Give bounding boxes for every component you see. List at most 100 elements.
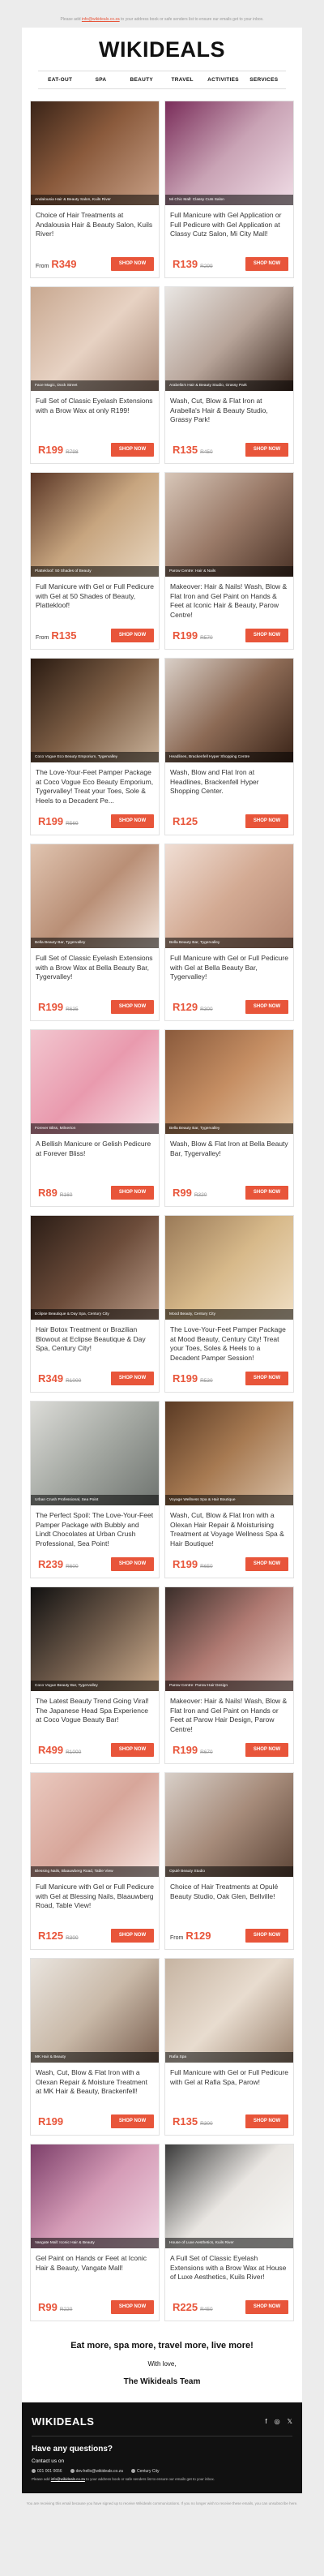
deal-photo[interactable]: Forever Bliss, Milnerton (31, 1030, 159, 1134)
deal-title[interactable]: Makeover: Hair & Nails! Wash, Blow & Fla… (165, 577, 293, 624)
deal-title[interactable]: Gel Paint on Hands or Feet at Iconic Hai… (31, 2248, 159, 2295)
deal-title[interactable]: Full Set of Classic Eyelash Extensions w… (31, 948, 159, 995)
deal-title[interactable]: Full Manicure with Gel or Full Pedicure … (31, 577, 159, 624)
deal-photo[interactable]: Mood Beauty, Century City (165, 1216, 293, 1320)
deal-photo[interactable]: Bella Beauty Bar, Tygervalley (165, 844, 293, 948)
deal-photo[interactable]: MK Hair & Beauty (31, 1959, 159, 2063)
deal-photo[interactable]: Plattekloof: 50 Shades of Beauty (31, 473, 159, 577)
deal-title[interactable]: Wash, Blow & Flat Iron at Bella Beauty B… (165, 1134, 293, 1181)
shop-now-button[interactable]: SHOP NOW (245, 257, 288, 271)
deal-photo[interactable]: Parow Centre: Parow Hair Design (165, 1587, 293, 1691)
deal-title[interactable]: Wash, Cut, Blow & Flat Iron at Arabella'… (165, 391, 293, 438)
deal-title[interactable]: The Love-Your-Feet Pamper Package at Moo… (165, 1320, 293, 1367)
deal-title[interactable]: Choice of Hair Treatments at Opulé Beaut… (165, 1877, 293, 1924)
nav-item-spa[interactable]: SPA (80, 77, 121, 83)
deal-photo[interactable]: Blessing Nails, Blaauwberg Road, Table V… (31, 1773, 159, 1877)
deal-title[interactable]: Full Manicure with Gel or Full Pedicure … (165, 948, 293, 995)
deal-title[interactable]: Wash, Cut, Blow & Flat Iron with a Olexa… (165, 1505, 293, 1552)
deal-card[interactable]: Forever Bliss, Milnerton A Bellish Manicu… (30, 1029, 160, 1207)
deal-photo[interactable]: Coco Vogue Eco Beauty Emporium, Tygerval… (31, 659, 159, 762)
deal-title[interactable]: Wash, Cut, Blow & Flat Iron with a Olexa… (31, 2063, 159, 2110)
deal-card[interactable]: Blessing Nails, Blaauwberg Road, Table V… (30, 1772, 160, 1950)
deal-card[interactable]: MK Hair & Beauty Wash, Cut, Blow & Flat I… (30, 1958, 160, 2136)
shop-now-button[interactable]: SHOP NOW (111, 1929, 154, 1943)
deal-photo[interactable]: Rafia Spa (165, 1959, 293, 2063)
deal-card[interactable]: Coco Vogue Eco Beauty Emporium, Tygerval… (30, 658, 160, 835)
footer-brand-logo[interactable]: WIKIDEALS (32, 2415, 94, 2428)
deal-title[interactable]: The Latest Beauty Trend Going Viral! The… (31, 1691, 159, 1738)
deal-photo[interactable]: Urban Crush Professional, Sea Point (31, 1402, 159, 1505)
deal-title[interactable]: Full Manicure with Gel or Full Pedicure … (31, 1877, 159, 1924)
deal-photo[interactable]: Voyage Wellness Spa & Hair Boutique (165, 1402, 293, 1505)
deal-card[interactable]: Voyage Wellness Spa & Hair Boutique Wash,… (164, 1401, 294, 1578)
twitter-icon[interactable]: 𝕏 (288, 2418, 292, 2425)
deal-card[interactable]: Bella Beauty Bar, Tygervalley Wash, Blow … (164, 1029, 294, 1207)
deal-card[interactable]: Face Magic, Dock Street Full Set of Class… (30, 286, 160, 464)
facebook-icon[interactable]: f (265, 2418, 266, 2425)
deal-card[interactable]: Urban Crush Professional, Sea Point The P… (30, 1401, 160, 1578)
deal-title[interactable]: The Love-Your-Feet Pamper Package at Coc… (31, 762, 159, 809)
deal-card[interactable]: Plattekloof: 50 Shades of Beauty Full Man… (30, 472, 160, 650)
deal-photo[interactable]: Face Magic, Dock Street (31, 287, 159, 391)
deal-title[interactable]: Hair Botox Treatment or Brazilian Blowou… (31, 1320, 159, 1367)
shop-now-button[interactable]: SHOP NOW (111, 257, 154, 271)
shop-now-button[interactable]: SHOP NOW (245, 1000, 288, 1014)
nav-item-activities[interactable]: ACTIVITIES (202, 77, 243, 83)
deal-card[interactable]: Mi Chic Mall: Classy Cuts Salon Full Mani… (164, 101, 294, 278)
shop-now-button[interactable]: SHOP NOW (245, 2114, 288, 2128)
shop-now-button[interactable]: SHOP NOW (245, 1743, 288, 1757)
shop-now-button[interactable]: SHOP NOW (245, 1557, 288, 1571)
shop-now-button[interactable]: SHOP NOW (245, 2300, 288, 2314)
nav-item-beauty[interactable]: BEAUTY (122, 77, 162, 83)
top-note-email-link[interactable]: info@wikideals.co.za (82, 17, 120, 22)
deal-card[interactable]: Parow Centre: Parow Hair Design Makeover:… (164, 1586, 294, 1764)
deal-photo[interactable]: Eclipse Beautique & Day Spa, Century Cit… (31, 1216, 159, 1320)
shop-now-button[interactable]: SHOP NOW (111, 2114, 154, 2128)
deal-photo[interactable]: Opulé Beauty Studio (165, 1773, 293, 1877)
deal-title[interactable]: The Perfect Spoil: The Love-Your-Feet Pa… (31, 1505, 159, 1552)
footer-phone[interactable]: 021 001 0656 (32, 2469, 62, 2474)
deal-card[interactable]: House of Luxe Aesthetics, Kuils River A F… (164, 2144, 294, 2321)
shop-now-button[interactable]: SHOP NOW (111, 814, 154, 828)
shop-now-button[interactable]: SHOP NOW (245, 1929, 288, 1943)
deal-card[interactable]: Eclipse Beautique & Day Spa, Century Cit… (30, 1215, 160, 1393)
deal-card[interactable]: Bella Beauty Bar, Tygervalley Full Manicu… (164, 844, 294, 1021)
deal-card[interactable]: Coco Vogue Beauty Bar, Tygervalley The La… (30, 1586, 160, 1764)
deal-card[interactable]: Mood Beauty, Century City The Love-Your-F… (164, 1215, 294, 1393)
deal-photo[interactable]: Andalousia Hair & Beauty Salon, Kuils Ri… (31, 101, 159, 205)
deal-card[interactable]: Headlines, Brackenfell Hyper Shopping Ce… (164, 658, 294, 835)
shop-now-button[interactable]: SHOP NOW (245, 1186, 288, 1200)
deal-title[interactable]: Full Manicure with Gel or Full Pedicure … (165, 2063, 293, 2110)
deal-photo[interactable]: Vangate Mall: Iconic Hair & Beauty (31, 2145, 159, 2248)
deal-title[interactable]: Makeover: Hair & Nails! Wash, Blow & Fla… (165, 1691, 293, 1738)
shop-now-button[interactable]: SHOP NOW (245, 629, 288, 642)
deal-card[interactable]: Andalousia Hair & Beauty Salon, Kuils Ri… (30, 101, 160, 278)
deal-photo[interactable]: Bella Beauty Bar, Tygervalley (31, 844, 159, 948)
deal-title[interactable]: Wash, Blow and Flat Iron at Headlines, B… (165, 762, 293, 809)
nav-item-eat-out[interactable]: EAT-OUT (40, 77, 80, 83)
shop-now-button[interactable]: SHOP NOW (111, 1743, 154, 1757)
deal-card[interactable]: Parow Centre: Hair & Nails Makeover: Hair… (164, 472, 294, 650)
shop-now-button[interactable]: SHOP NOW (245, 814, 288, 828)
shop-now-button[interactable]: SHOP NOW (111, 443, 154, 457)
deal-photo[interactable]: Mi Chic Mall: Classy Cuts Salon (165, 101, 293, 205)
deal-card[interactable]: Bella Beauty Bar, Tygervalley Full Set of… (30, 844, 160, 1021)
deal-card[interactable]: Rafia Spa Full Manicure with Gel or Full … (164, 1958, 294, 2136)
nav-item-travel[interactable]: TRAVEL (162, 77, 202, 83)
deal-photo[interactable]: Headlines, Brackenfell Hyper Shopping Ce… (165, 659, 293, 762)
nav-item-services[interactable]: SERVICES (244, 77, 284, 83)
deal-card[interactable]: Vangate Mall: Iconic Hair & Beauty Gel Pa… (30, 2144, 160, 2321)
deal-title[interactable]: A Bellish Manicure or Gelish Pedicure at… (31, 1134, 159, 1181)
brand-logo[interactable]: WIKIDEALS (32, 37, 292, 71)
shop-now-button[interactable]: SHOP NOW (111, 1186, 154, 1200)
deal-photo[interactable]: Parow Centre: Hair & Nails (165, 473, 293, 577)
shop-now-button[interactable]: SHOP NOW (245, 1372, 288, 1385)
instagram-icon[interactable]: ◎ (275, 2418, 280, 2425)
footer-note-email-link[interactable]: info@wikideals.co.za (51, 2477, 85, 2481)
shop-now-button[interactable]: SHOP NOW (245, 443, 288, 457)
deal-title[interactable]: A Full Set of Classic Eyelash Extensions… (165, 2248, 293, 2295)
deal-photo[interactable]: Coco Vogue Beauty Bar, Tygervalley (31, 1587, 159, 1691)
footer-email[interactable]: dev.hello@wikideals.co.za (70, 2469, 123, 2474)
shop-now-button[interactable]: SHOP NOW (111, 1372, 154, 1385)
deal-photo[interactable]: Arabella's Hair & Beauty Studio, Grassy … (165, 287, 293, 391)
